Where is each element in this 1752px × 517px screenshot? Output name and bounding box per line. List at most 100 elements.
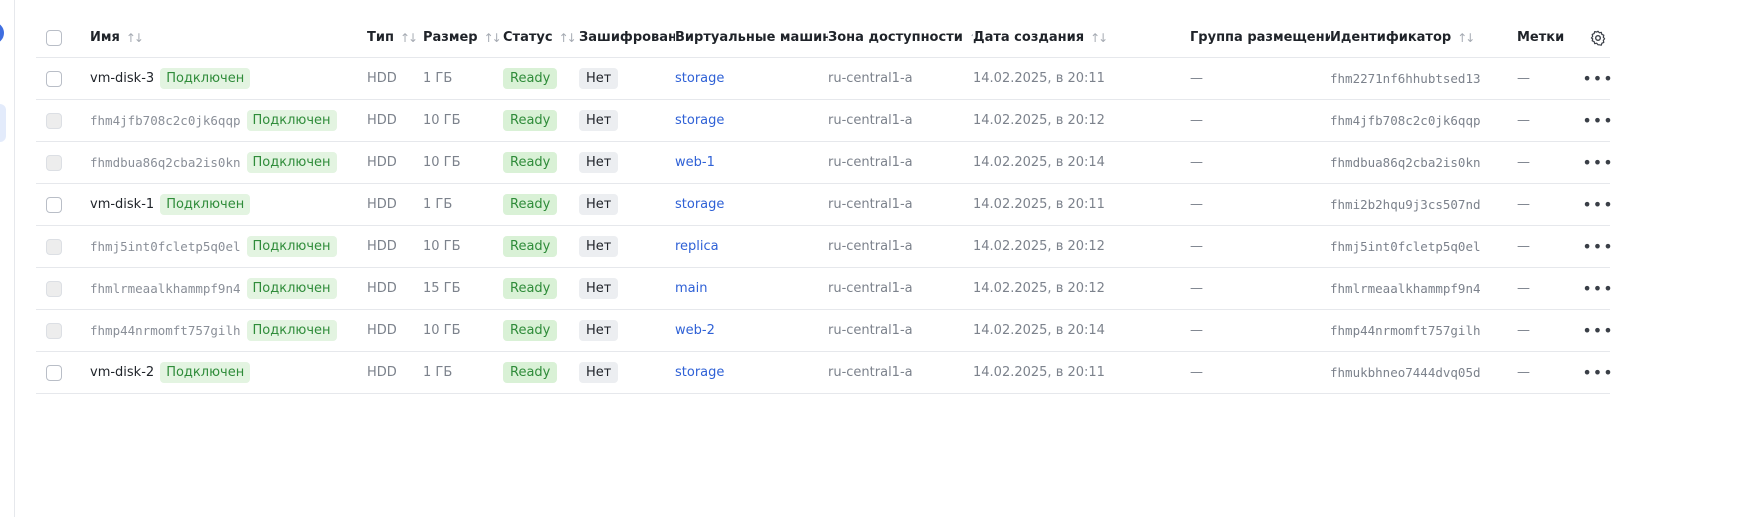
sort-arrows-icon[interactable]: ↑↓	[126, 31, 144, 45]
table-row[interactable]: vm-disk-2 Подключен HDD 1 ГБ Ready Нет s…	[36, 352, 1613, 394]
zone: ru-central1-a	[828, 197, 913, 212]
col-header-label: Метки	[1517, 30, 1565, 45]
more-horizontal-icon[interactable]: •••	[1582, 153, 1613, 172]
encrypted-badge: Нет	[579, 362, 619, 383]
row-actions-cell: •••	[1579, 69, 1617, 88]
row-select-cell	[36, 280, 90, 297]
row-select-cell	[36, 112, 90, 129]
more-horizontal-icon[interactable]: •••	[1582, 279, 1613, 298]
select-all-checkbox[interactable]	[46, 29, 62, 46]
row-select-cell	[36, 196, 90, 213]
disk-name-cell: vm-disk-3 Подключен	[90, 68, 367, 89]
status-cell: Ready	[503, 362, 579, 383]
col-header-zone[interactable]: Зона доступности ↑↓	[828, 30, 973, 45]
more-horizontal-icon[interactable]: •••	[1582, 195, 1613, 214]
encrypted-cell: Нет	[579, 362, 675, 383]
disk-name[interactable]: fhmj5int0fcletp5q0el	[90, 239, 241, 254]
vm-link[interactable]: main	[675, 281, 707, 296]
col-header-id[interactable]: Идентификатор ↑↓	[1330, 30, 1517, 45]
disk-name[interactable]: vm-disk-2	[90, 365, 154, 380]
vm-link[interactable]: storage	[675, 365, 724, 380]
vm-link[interactable]: storage	[675, 113, 724, 128]
row-checkbox[interactable]	[46, 154, 62, 171]
placement-group: —	[1190, 323, 1203, 338]
table-row[interactable]: fhmdbua86q2cba2is0kn Подключен HDD 10 ГБ…	[36, 142, 1613, 184]
disk-name[interactable]: vm-disk-3	[90, 71, 154, 86]
table-row[interactable]: fhmlrmeaalkhammpf9n4 Подключен HDD 15 ГБ…	[36, 268, 1613, 310]
disk-name[interactable]: vm-disk-1	[90, 197, 154, 212]
attached-badge: Подключен	[160, 362, 251, 383]
more-horizontal-icon[interactable]: •••	[1582, 69, 1613, 88]
created-date: 14.02.2025, в 20:11	[973, 71, 1105, 86]
zone: ru-central1-a	[828, 365, 913, 380]
vm-link[interactable]: replica	[675, 239, 719, 254]
sort-arrows-icon[interactable]: ↑↓	[559, 31, 577, 45]
more-horizontal-icon[interactable]: •••	[1582, 111, 1613, 130]
col-header-name[interactable]: Имя ↑↓	[90, 30, 367, 45]
row-actions-cell: •••	[1579, 153, 1617, 172]
disk-name[interactable]: fhmlrmeaalkhammpf9n4	[90, 281, 241, 296]
vm-cell: replica	[675, 239, 828, 254]
more-horizontal-icon[interactable]: •••	[1582, 363, 1613, 382]
disk-name-cell: fhmp44nrmomft757gilh Подключен	[90, 320, 367, 341]
sort-arrows-icon[interactable]: ↑↓	[1457, 31, 1475, 45]
attached-badge: Подключен	[246, 236, 337, 257]
vm-link[interactable]: web-2	[675, 323, 715, 338]
placement-group: —	[1190, 281, 1203, 296]
sort-arrows-icon[interactable]: ↑↓	[1090, 31, 1108, 45]
sidebar-active-item[interactable]	[0, 104, 6, 142]
col-header-type[interactable]: Тип ↑↓	[367, 30, 423, 45]
table-row[interactable]: fhm4jfb708c2c0jk6qqp Подключен HDD 10 ГБ…	[36, 100, 1613, 142]
gear-icon[interactable]	[1579, 30, 1617, 46]
more-horizontal-icon[interactable]: •••	[1582, 237, 1613, 256]
col-header-size[interactable]: Размер ↑↓	[423, 30, 503, 45]
vm-link[interactable]: storage	[675, 71, 724, 86]
table-row[interactable]: fhmj5int0fcletp5q0el Подключен HDD 10 ГБ…	[36, 226, 1613, 268]
col-header-status[interactable]: Статус ↑↓	[503, 30, 579, 45]
col-header-label: Имя	[90, 30, 120, 45]
encrypted-badge: Нет	[579, 110, 619, 131]
disk-size: 10 ГБ	[423, 323, 461, 338]
disk-name[interactable]: fhmp44nrmomft757gilh	[90, 323, 241, 338]
attached-badge: Подключен	[246, 110, 337, 131]
disk-type: HDD	[367, 323, 397, 338]
status-cell: Ready	[503, 152, 579, 173]
row-actions-cell: •••	[1579, 321, 1617, 340]
created-date: 14.02.2025, в 20:11	[973, 197, 1105, 212]
col-header-created[interactable]: Дата создания ↑↓	[973, 30, 1190, 45]
row-checkbox[interactable]	[46, 112, 62, 129]
row-checkbox[interactable]	[46, 322, 62, 339]
table-row[interactable]: vm-disk-3 Подключен HDD 1 ГБ Ready Нет s…	[36, 58, 1613, 100]
row-checkbox[interactable]	[46, 280, 62, 297]
status-badge: Ready	[503, 236, 558, 257]
disk-name[interactable]: fhm4jfb708c2c0jk6qqp	[90, 113, 241, 128]
disk-name-cell: fhmj5int0fcletp5q0el Подключен	[90, 236, 367, 257]
vm-link[interactable]: web-1	[675, 155, 715, 170]
status-cell: Ready	[503, 68, 579, 89]
disk-type: HDD	[367, 365, 397, 380]
more-horizontal-icon[interactable]: •••	[1582, 321, 1613, 340]
zone: ru-central1-a	[828, 113, 913, 128]
placement-group: —	[1190, 113, 1203, 128]
row-actions-cell: •••	[1579, 237, 1617, 256]
table-row[interactable]: vm-disk-1 Подключен HDD 1 ГБ Ready Нет s…	[36, 184, 1613, 226]
disk-name[interactable]: fhmdbua86q2cba2is0kn	[90, 155, 241, 170]
vm-cell: main	[675, 281, 828, 296]
row-checkbox[interactable]	[46, 238, 62, 255]
sort-arrows-icon[interactable]: ↑↓	[400, 31, 418, 45]
vm-link[interactable]: storage	[675, 197, 724, 212]
disk-id: fhmlrmeaalkhammpf9n4	[1330, 281, 1481, 296]
row-checkbox[interactable]	[46, 196, 62, 213]
attached-badge: Подключен	[160, 194, 251, 215]
row-checkbox[interactable]	[46, 70, 62, 87]
encrypted-badge: Нет	[579, 152, 619, 173]
sort-arrows-icon[interactable]: ↑↓	[484, 31, 502, 45]
row-checkbox[interactable]	[46, 364, 62, 381]
table-row[interactable]: fhmp44nrmomft757gilh Подключен HDD 10 ГБ…	[36, 310, 1613, 352]
status-badge: Ready	[503, 110, 558, 131]
encrypted-cell: Нет	[579, 278, 675, 299]
row-select-cell	[36, 238, 90, 255]
row-actions-cell: •••	[1579, 363, 1617, 382]
placement-group: —	[1190, 71, 1203, 86]
disk-type: HDD	[367, 113, 397, 128]
